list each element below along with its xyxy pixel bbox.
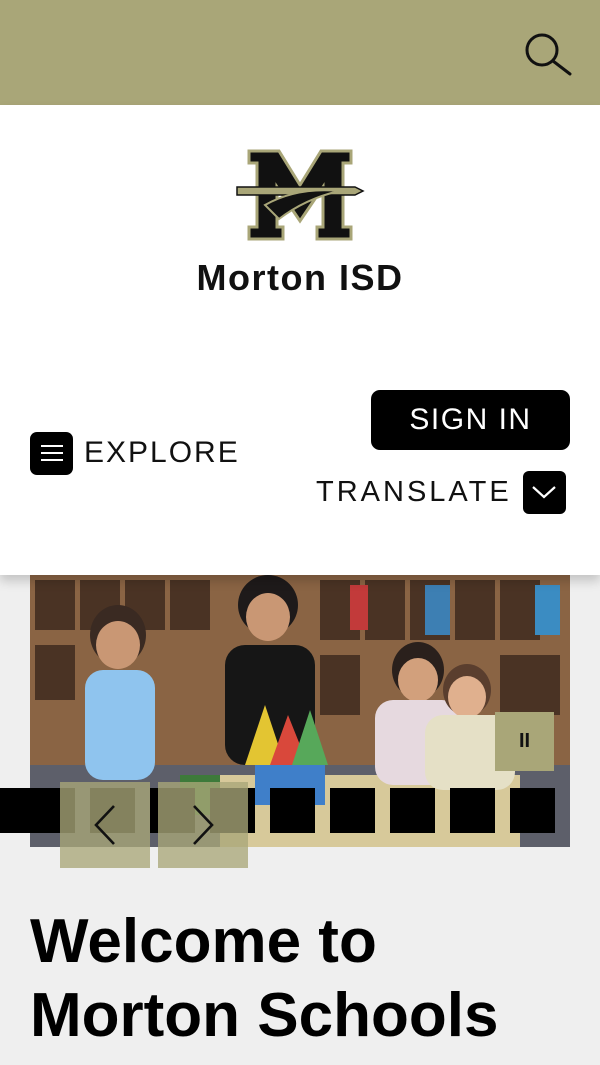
previous-slide-button[interactable] [60,782,150,868]
welcome-line-1: Welcome to [30,907,377,976]
site-title: Morton ISD [196,257,404,298]
slide-dot-7[interactable] [330,788,375,833]
translate-label: TRANSLATE [316,475,512,508]
sign-in-button[interactable]: SIGN IN [371,390,570,450]
top-bar [0,0,600,105]
explore-menu-button[interactable]: EXPLORE [30,431,240,475]
search-icon [525,33,572,76]
pause-button[interactable]: II [495,712,554,771]
site-header: Morton ISD EXPLORE SIGN IN TRANSLATE [0,105,600,575]
next-slide-button[interactable] [158,782,248,868]
translate-dropdown[interactable]: TRANSLATE [316,470,566,514]
explore-label: EXPLORE [84,436,240,469]
chevron-down-icon [522,470,566,514]
chevron-right-icon [193,805,214,845]
welcome-heading: Welcome to Morton Schools [30,905,590,1053]
search-button[interactable] [520,28,574,82]
slide-dot-6[interactable] [270,788,315,833]
slide-dot-9[interactable] [450,788,495,833]
slide-dot-1[interactable] [0,788,33,833]
hamburger-icon [30,431,73,475]
welcome-line-2: Morton Schools [30,981,499,1050]
district-logo[interactable] [235,147,365,243]
chevron-left-icon [94,805,115,845]
slide-dot-8[interactable] [390,788,435,833]
slide-dot-10[interactable] [510,788,555,833]
